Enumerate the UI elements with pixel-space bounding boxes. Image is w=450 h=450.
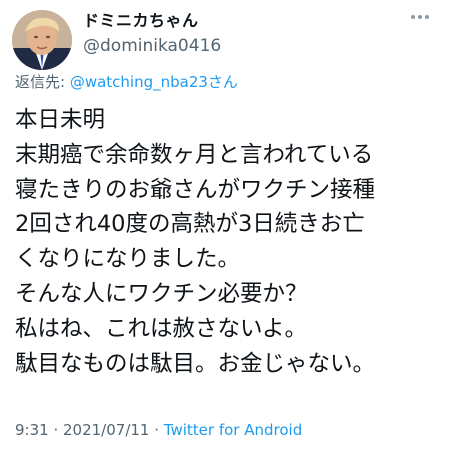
- replying-to-handle-link[interactable]: @watching_nba23さん: [70, 73, 238, 91]
- tweet-text-line: 本日未明: [15, 107, 106, 133]
- replying-to: 返信先: @watching_nba23さん: [15, 72, 238, 92]
- tweet-metadata: 9:31 · 2021/07/11 · Twitter for Android: [15, 420, 302, 440]
- tweet-text-line: 末期癌で余命数ヶ月と言われている: [15, 141, 374, 168]
- meta-separator: ·: [149, 421, 164, 439]
- tweet-text-line: 寝たきりのお爺さんがワクチン接種: [15, 176, 376, 203]
- more-dot: [411, 15, 415, 19]
- author-names[interactable]: ドミニカちゃん @dominika0416: [83, 10, 221, 58]
- tweet-date[interactable]: 2021/07/11: [63, 421, 149, 439]
- tweet-client-link[interactable]: Twitter for Android: [164, 421, 302, 439]
- avatar[interactable]: [12, 10, 72, 70]
- more-options-icon[interactable]: [408, 8, 432, 26]
- tweet-text: 本日未明 末期癌で余命数ヶ月と言われている 寝たきりのお爺さんがワクチン接種 2…: [15, 103, 445, 381]
- tweet-text-line: 2回され40度の高熱が3日続きお亡: [15, 211, 365, 238]
- more-dot: [418, 15, 422, 19]
- user-handle[interactable]: @dominika0416: [83, 34, 221, 58]
- replying-to-label: 返信先:: [15, 73, 70, 91]
- tweet-text-line: 駄目なものは駄目。お金じゃない。: [15, 350, 376, 377]
- avatar-photo-icon: [12, 10, 72, 70]
- tweet-time[interactable]: 9:31: [15, 421, 49, 439]
- tweet-header: ドミニカちゃん @dominika0416: [12, 8, 442, 70]
- meta-separator: ·: [48, 421, 63, 439]
- tweet-text-line: くなりになりました。: [15, 246, 241, 273]
- tweet-text-line: 私はね、これは赦さないよ。: [15, 315, 308, 342]
- tweet-text-line: そんな人にワクチン必要か？: [15, 280, 308, 307]
- more-dot: [425, 15, 429, 19]
- display-name[interactable]: ドミニカちゃん: [83, 10, 221, 32]
